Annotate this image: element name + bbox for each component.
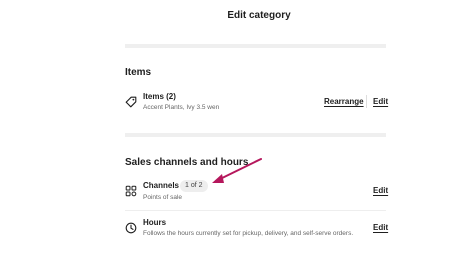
section-divider [125,133,386,137]
annotation-arrow [212,158,262,183]
rearrange-button[interactable]: Rearrange [324,97,364,106]
row-divider [125,210,386,211]
hours-row-subtitle: Follows the hours currently set for pick… [143,230,354,237]
section-divider [125,44,386,48]
channels-row-subtitle: Points of sale [143,194,183,201]
items-row-title: Items (2) [143,92,176,101]
page-title: Edit category [227,10,291,21]
clock-icon [125,222,137,234]
items-row-subtitle: Accent Plants, Ivy 3.5 wen [143,104,220,111]
tag-icon [125,96,137,108]
channels-row-title: Channels [143,181,180,190]
grid-icon [125,185,137,197]
channels-edit-button[interactable]: Edit [373,186,388,195]
items-edit-button[interactable]: Edit [373,97,388,106]
action-separator [366,95,367,108]
hours-edit-button[interactable]: Edit [373,223,388,232]
items-section-heading: Items [125,67,152,78]
hours-row-title: Hours [143,218,167,227]
